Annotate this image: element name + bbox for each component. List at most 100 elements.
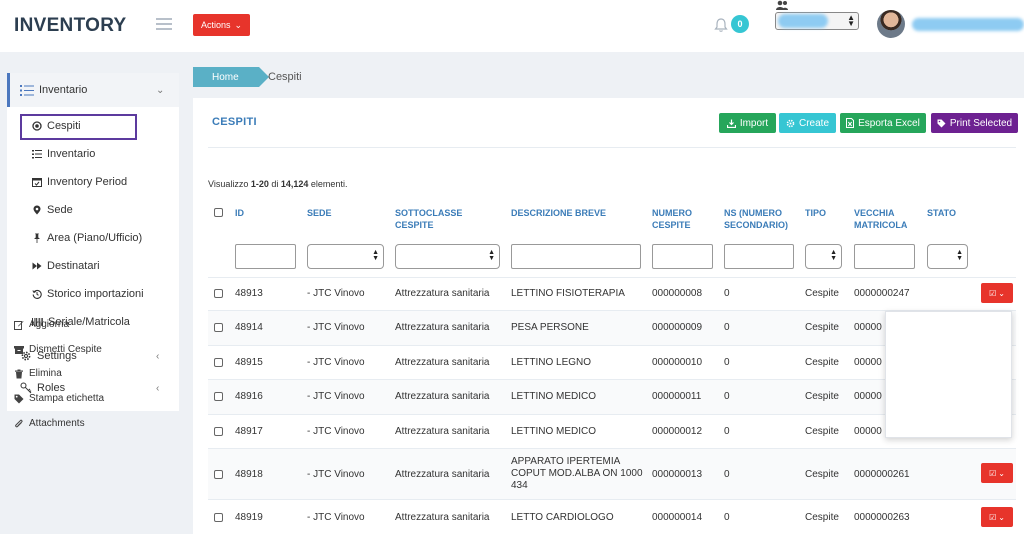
actions-button[interactable]: Actions ⌄ <box>193 14 250 36</box>
print-selected-button[interactable]: Print Selected <box>931 113 1018 133</box>
create-button-label: Create <box>798 117 829 129</box>
create-button[interactable]: Create <box>779 113 836 133</box>
column-header-sede[interactable]: SEDE <box>307 207 332 219</box>
row-divider <box>208 277 1016 278</box>
select-all-checkbox[interactable] <box>214 208 223 217</box>
sidebar-item-inventario[interactable]: Inventario <box>32 148 95 160</box>
page-title: CESPITI <box>212 116 257 128</box>
filter-tipo-select[interactable]: ▲ ▼ <box>805 244 842 269</box>
menu-item-aggiorna[interactable]: Aggiorna <box>14 319 69 330</box>
filter-sede-select[interactable]: ▲ ▼ <box>307 244 384 269</box>
cell-vecchia: 00000 <box>854 391 882 402</box>
column-header-numero[interactable]: NUMERO CESPITE <box>652 207 692 231</box>
cell-ns: 0 <box>724 357 730 368</box>
column-header-stato[interactable]: STATO <box>927 207 956 219</box>
app-logo[interactable]: INVENTORY <box>14 15 127 37</box>
breadcrumb-home[interactable]: Home <box>193 67 269 87</box>
cell-vecchia: 0000000247 <box>854 288 910 299</box>
column-header-tipo[interactable]: TIPO <box>805 207 826 219</box>
row-actions-button[interactable]: ☑ ⌄ <box>981 507 1013 527</box>
chevron-left-icon[interactable]: ‹ <box>156 351 159 362</box>
sidebar-item-label: Area (Piano/Ufficio) <box>47 232 143 244</box>
cell-ns: 0 <box>724 426 730 437</box>
column-header-vecchia[interactable]: VECCHIA MATRICOLA <box>854 207 907 231</box>
user-email[interactable] <box>912 18 1024 31</box>
filter-ns-input[interactable] <box>724 244 794 269</box>
filter-numero-input[interactable] <box>652 244 713 269</box>
filter-stato-select[interactable]: ▲ ▼ <box>927 244 968 269</box>
sidebar-item-cespiti[interactable]: Cespiti <box>32 120 81 132</box>
cell-id: 48917 <box>235 426 263 437</box>
sidebar-item-area[interactable]: Area (Piano/Ufficio) <box>32 232 142 244</box>
row-actions-button[interactable]: ☑ ⌄ <box>981 283 1013 303</box>
select-arrows-icon: ▲ ▼ <box>847 13 855 28</box>
cell-id: 48913 <box>235 288 263 299</box>
column-header-id[interactable]: ID <box>235 207 244 219</box>
cell-id: 48916 <box>235 391 263 402</box>
row-actions-button[interactable]: ☑ ⌄ <box>981 463 1013 483</box>
sidebar-item-label: Inventario <box>47 148 96 160</box>
filter-vecchia-input[interactable] <box>854 244 915 269</box>
import-button[interactable]: Import <box>719 113 776 133</box>
calendar-check-icon <box>32 178 42 187</box>
chevron-down-icon[interactable]: ⌄ <box>156 85 164 96</box>
actions-button-label: Actions <box>200 20 231 30</box>
pushpin-icon <box>34 233 40 243</box>
row-checkbox[interactable] <box>214 392 223 401</box>
sidebar-item-inventario-group[interactable]: Inventario <box>20 84 87 96</box>
archive-icon <box>14 345 24 354</box>
tag-icon <box>14 394 24 403</box>
cell-numero: 000000012 <box>652 426 703 437</box>
chevron-down-icon: ⌄ <box>998 288 1005 298</box>
column-header-descrizione[interactable]: DESCRIZIONE BREVE <box>511 207 606 219</box>
menu-item-label: Dismetti Cespite <box>29 344 102 355</box>
filter-id-input[interactable] <box>235 244 296 269</box>
menu-item-label: Attachments <box>29 418 85 429</box>
company-select[interactable]: ▲ ▼ <box>775 12 859 30</box>
chevron-left-icon[interactable]: ‹ <box>156 383 159 394</box>
export-excel-button[interactable]: Esporta Excel <box>840 113 926 133</box>
chevron-down-icon: ⌄ <box>998 468 1005 478</box>
cell-vecchia: 00000 <box>854 357 882 368</box>
bell-icon[interactable] <box>713 17 729 33</box>
filter-sottoclasse-select[interactable]: ▲ ▼ <box>395 244 500 269</box>
check-square-icon: ☑ <box>989 512 997 522</box>
row-checkbox[interactable] <box>214 358 223 367</box>
cell-sede: - JTC Vinovo <box>307 288 365 299</box>
print-selected-button-label: Print Selected <box>949 117 1013 129</box>
menu-toggle-icon[interactable] <box>156 18 172 30</box>
cell-sottoclasse: Attrezzatura sanitaria <box>395 391 490 402</box>
cell-tipo: Cespite <box>805 288 839 299</box>
cell-numero: 000000011 <box>652 391 702 402</box>
row-checkbox[interactable] <box>214 513 223 522</box>
row-checkbox[interactable] <box>214 323 223 332</box>
sidebar-item-storico-importazioni[interactable]: Storico importazioni <box>32 288 144 300</box>
menu-item-label: Stampa etichetta <box>29 393 105 404</box>
cell-id: 48915 <box>235 357 263 368</box>
menu-item-dismetti-cespite[interactable]: Dismetti Cespite <box>14 344 102 355</box>
row-checkbox[interactable] <box>214 289 223 298</box>
cell-descrizione: PESA PERSONE <box>511 322 589 333</box>
sidebar-item-sede[interactable]: Sede <box>32 204 73 216</box>
menu-item-elimina[interactable]: Elimina <box>14 368 62 379</box>
sidebar-item-inventory-period[interactable]: Inventory Period <box>32 176 127 188</box>
export-excel-button-label: Esporta Excel <box>858 117 920 129</box>
import-button-label: Import <box>739 117 769 129</box>
filter-descrizione-input[interactable] <box>511 244 641 269</box>
menu-item-label: Aggiorna <box>29 319 70 330</box>
menu-item-attachments[interactable]: Attachments <box>14 418 85 429</box>
row-checkbox[interactable] <box>214 470 223 479</box>
menu-item-stampa-etichetta[interactable]: Stampa etichetta <box>14 393 104 404</box>
user-avatar[interactable] <box>877 10 905 38</box>
gear-icon <box>786 119 795 127</box>
column-header-ns[interactable]: NS (NUMERO SECONDARIO) <box>724 207 788 231</box>
row-checkbox[interactable] <box>214 427 223 436</box>
sidebar-item-label: Inventario <box>39 84 88 96</box>
check-square-icon: ☑ <box>989 288 997 298</box>
column-header-sottoclasse[interactable]: SOTTOCLASSE CESPITE <box>395 207 462 231</box>
menu-item-label: Elimina <box>29 368 62 379</box>
users-icon <box>776 0 788 10</box>
sidebar-item-destinatari[interactable]: Destinatari <box>32 260 100 272</box>
tag-icon <box>937 119 946 127</box>
cell-descrizione: LETTINO MEDICO <box>511 426 597 437</box>
